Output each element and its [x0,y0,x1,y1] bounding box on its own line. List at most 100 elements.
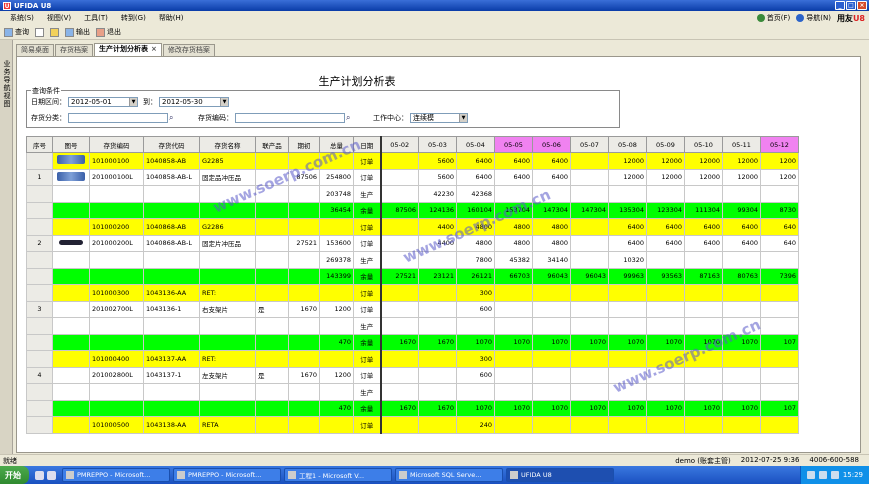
menu-goto[interactable]: 转到(G) [121,13,146,23]
table-row[interactable]: 470 余量 1670 1670 1070 1070 1070 1070 1070 1070 107… [26,399,799,417]
table-row[interactable]: 101000400 1043137-AA RET: 订单 300 [26,350,799,368]
cell-date-value: 1070 [570,399,609,417]
tab-inventory-file[interactable]: 存货档案 [55,44,93,56]
date-column-header[interactable]: 05-03 [418,136,457,153]
cell-date-value [608,350,647,368]
plan-grid[interactable]: 序号 图号 存货编码 存货代码 存货名称 联产品 期初 总量 日期 05-02 05-03 05-04… [26,136,860,452]
cell-type: 余量 [353,267,382,285]
part-drawing [52,350,90,368]
close-tab-icon[interactable]: × [151,45,157,53]
task-sql-server[interactable]: Microsoft SQL Serve... [395,468,503,482]
row-index [26,267,53,285]
table-row[interactable]: 101000200 1040868-AB G2286 订单 4400 4800 4800 48… [26,218,799,236]
cell-date-value: 160104 [456,201,495,219]
menu-help[interactable]: 帮助(H) [159,13,184,23]
date-column-header[interactable]: 05-02 [380,136,419,153]
tab-simple-desktop[interactable]: 简易桌面 [16,44,54,56]
preview-button[interactable] [50,27,59,37]
table-row[interactable]: 36454 余量 87506 124136 160104 153704 147304 1473… [26,201,799,219]
column-header[interactable]: 存货名称 [199,136,256,153]
dropdown-icon[interactable]: ▼ [220,98,228,106]
cell-date-value: 12000 [684,152,723,170]
column-header[interactable]: 日期 [353,136,382,153]
part-drawing [52,267,90,285]
menu-system[interactable]: 系统(S) [10,13,34,23]
table-row[interactable]: 4 201002800L 1043137-1 左支架片是 1670 1200 订单 600 [26,366,799,384]
date-column-header[interactable]: 05-08 [608,136,647,153]
column-header[interactable]: 图号 [52,136,90,153]
category-field[interactable]: ⌕ [68,113,173,123]
volume-icon[interactable] [830,471,839,479]
close-button[interactable]: × [857,1,867,10]
date-column-header[interactable]: 05-04 [456,136,495,153]
table-row[interactable]: 101000500 1043138-AA RETA 订单 240 [26,416,799,434]
date-column-header[interactable]: 05-10 [684,136,723,153]
table-row[interactable]: 101000300 1043136-AA RET: 订单 300 [26,284,799,302]
date-from-field[interactable]: 2012-05-01 ▼ [68,97,138,107]
start-button[interactable]: 开始 [0,466,29,484]
tray-icon[interactable] [806,471,815,479]
cell-open [288,218,320,236]
print-button[interactable] [35,27,44,37]
task-ufida-u8[interactable]: UFIDA U8 [506,468,614,482]
query-button[interactable]: 查询 [4,27,29,37]
desktop-icon[interactable] [35,470,44,480]
home-button[interactable]: 首页(F) [756,13,790,23]
search-icon[interactable]: ⌕ [169,113,179,123]
cell-date-value: 153704 [494,201,533,219]
tab-edit-inventory[interactable]: 修改存货档案 [162,44,215,56]
table-row[interactable]: 1 201000100L 1040858-AB-L 固定品冲压品 87506 254800… [26,168,799,186]
table-row[interactable]: 143399 余量 27521 23121 26121 66703 96043 96043 99… [26,267,799,285]
date-column-header[interactable]: 05-07 [570,136,609,153]
business-nav-strip[interactable]: 业务导航视图 [0,40,13,454]
part-drawing [52,317,90,335]
date-column-header[interactable]: 05-12 [760,136,799,153]
table-row[interactable]: 2 201000200L 1040868-AB-L 固定片冲压品 27521 153600… [26,234,799,252]
column-header[interactable]: 存货代码 [143,136,200,153]
tab-production-plan[interactable]: 生产计划分析表 × [94,43,162,56]
dropdown-icon[interactable]: ▼ [129,98,137,106]
code-field[interactable]: ⌕ [235,113,350,123]
menu-tools[interactable]: 工具(T) [84,13,108,23]
date-column-header[interactable]: 05-09 [646,136,685,153]
search-icon[interactable]: ⌕ [346,113,356,123]
browser-icon[interactable] [47,470,56,480]
dropdown-icon[interactable]: ▼ [459,114,467,122]
task-vb-project[interactable]: 工程1 - Microsoft V... [284,468,392,482]
cell-date-value [532,366,571,384]
column-header[interactable]: 序号 [26,136,53,153]
exit-button[interactable]: 退出 [96,27,121,37]
row-index: 1 [26,168,53,186]
date-column-header[interactable]: 05-05 [494,136,533,153]
task-pmreppo-1[interactable]: PMREPPO - Microsoft... [62,468,170,482]
cell-date-value [570,416,609,434]
minimize-button[interactable]: _ [835,1,845,10]
date-to-field[interactable]: 2012-05-30 ▼ [159,97,229,107]
column-header[interactable]: 联产品 [255,136,289,153]
table-row[interactable]: 生产 [26,383,799,401]
tray-icon[interactable] [818,471,827,479]
column-header[interactable]: 总量 [319,136,354,153]
table-row[interactable]: 101000100 1040858-AB G2285 订单 5600 6400 6400 64… [26,152,799,170]
table-row[interactable]: 生产 [26,317,799,335]
table-row[interactable]: 470 余量 1670 1670 1070 1070 1070 1070 1070 1070 107… [26,333,799,351]
task-pmreppo-2[interactable]: PMREPPO - Microsoft... [173,468,281,482]
date-column-header[interactable]: 05-11 [722,136,761,153]
table-row[interactable]: 3 201002700L 1043136-1 右支架片是 1670 1200 订单 600 [26,300,799,318]
cell-type: 订单 [353,366,382,384]
date-column-header[interactable]: 05-06 [532,136,571,153]
nav-button[interactable]: 导航(N) [796,13,831,23]
plan-table: 序号 图号 存货编码 存货代码 存货名称 联产品 期初 总量 日期 05-02 05-03 05-04… [26,136,799,434]
cell-type: 订单 [353,168,382,186]
cell-date-value [684,350,723,368]
work-center-select[interactable]: 连续模 ▼ [410,113,468,123]
menu-view[interactable]: 视图(V) [47,13,71,23]
column-header[interactable]: 存货编码 [89,136,144,153]
maximize-button[interactable]: □ [846,1,856,10]
cell-dcode [143,333,200,351]
column-header[interactable]: 期初 [288,136,320,153]
cell-type: 生产 [353,383,382,401]
output-button[interactable]: 输出 [65,27,90,37]
table-row[interactable]: 269378 生产 7800 45382 34140 10320 [26,251,799,269]
table-row[interactable]: 203748 生产 42230 42368 [26,185,799,203]
